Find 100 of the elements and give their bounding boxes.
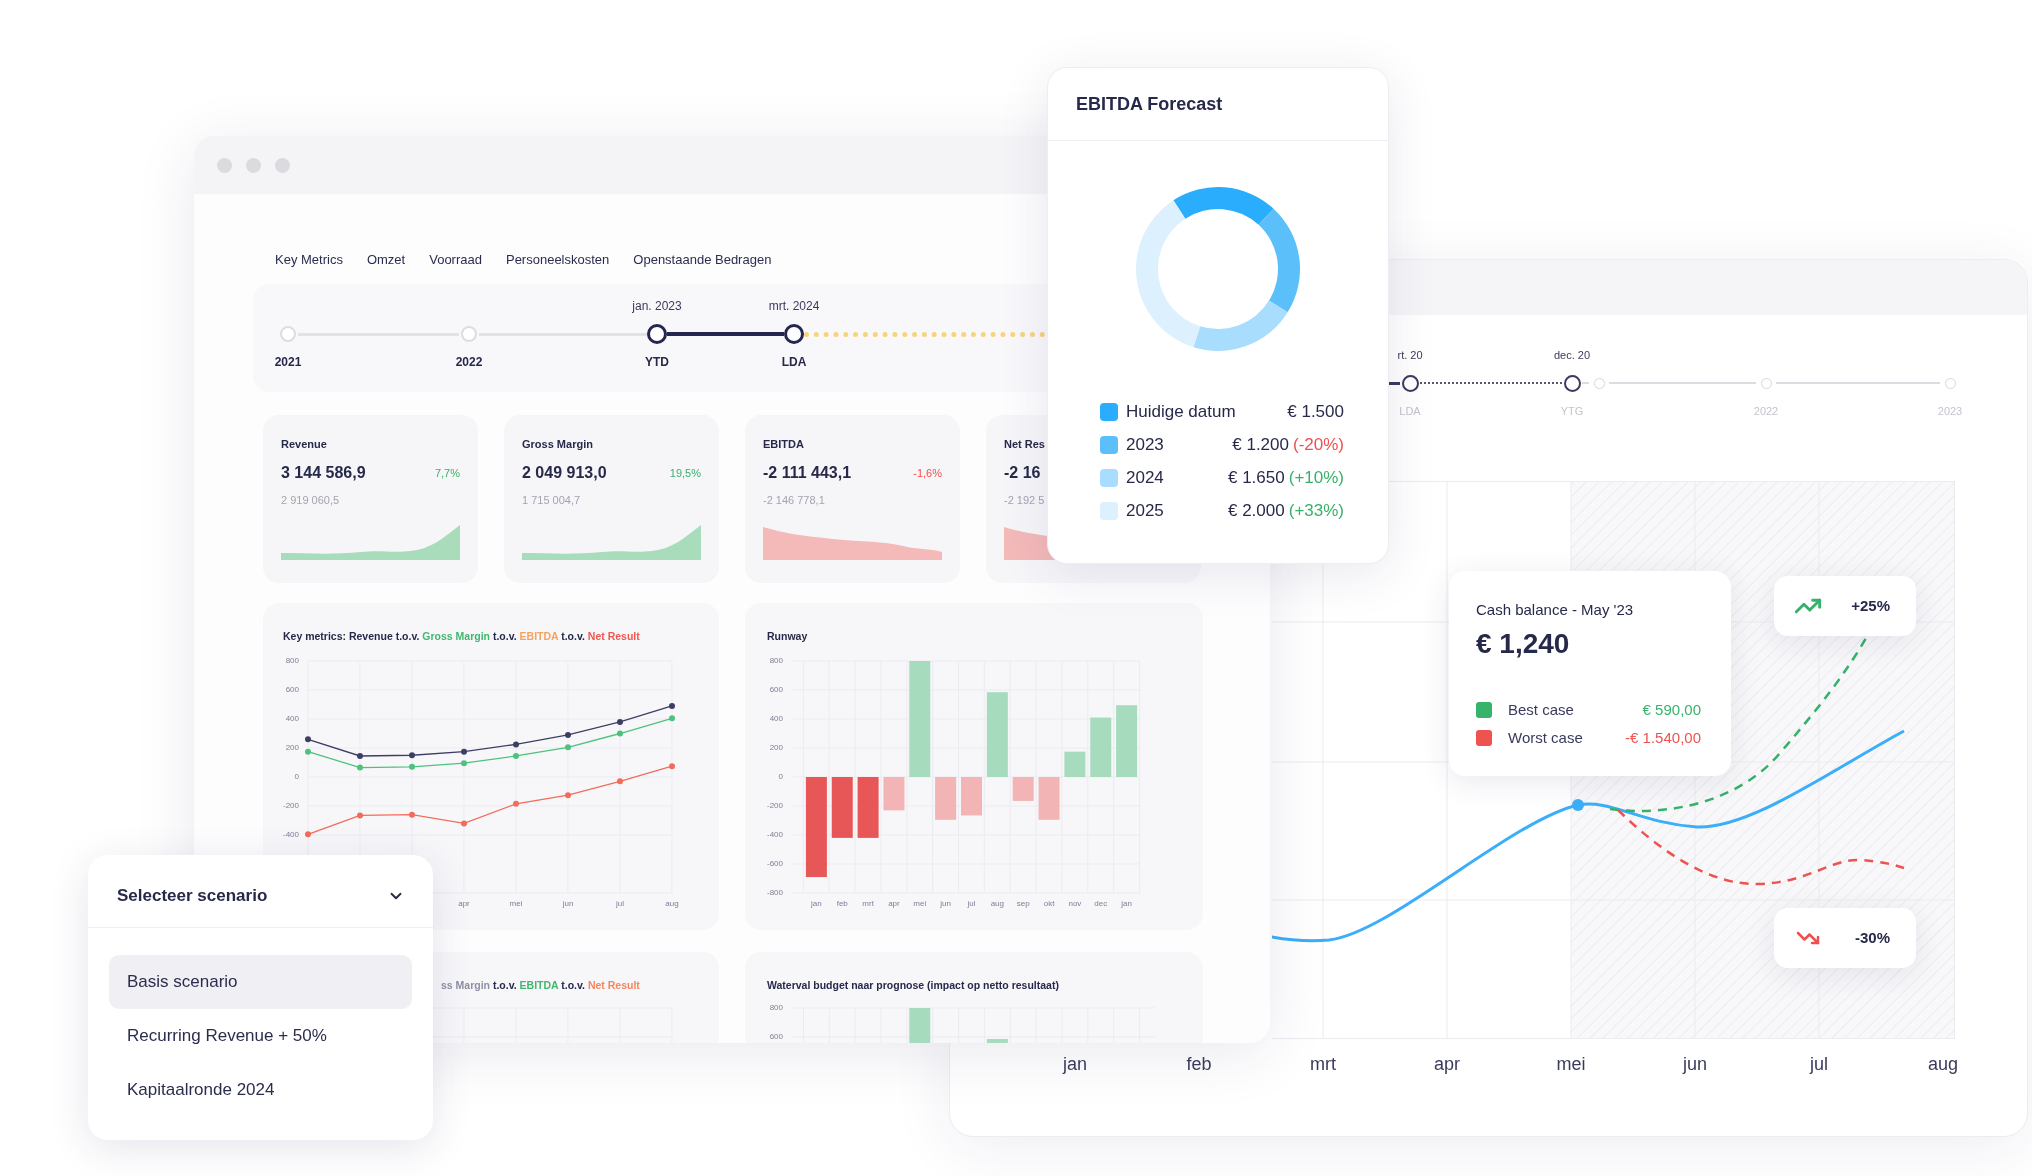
axis-tick-label: -400 xyxy=(283,830,299,840)
timeline-node[interactable] xyxy=(784,324,804,344)
axis-label: mei xyxy=(509,899,523,909)
data-point xyxy=(409,763,415,770)
axis-label: mrt xyxy=(1310,1053,1336,1075)
axis-label: jan xyxy=(811,899,822,909)
dropdown-option[interactable]: Basis scenario xyxy=(109,955,412,1009)
bar xyxy=(1064,751,1086,777)
chart-title: Waterval budget naar prognose (impact op netto resultaat) xyxy=(767,978,1059,992)
bar xyxy=(1012,777,1034,801)
bar xyxy=(831,777,853,838)
metric-value: 3 144 586,9 xyxy=(281,463,366,483)
legend-label: 2025 xyxy=(1126,499,1164,522)
data-point xyxy=(513,800,519,807)
axis-label: apr xyxy=(888,899,900,909)
axis-label: feb xyxy=(836,899,848,909)
metric-value: 2 049 913,0 xyxy=(522,463,607,483)
tab[interactable]: Openstaande Bedragen xyxy=(633,252,772,268)
axis-tick-label: 800 xyxy=(285,656,299,666)
metric-title: Revenue xyxy=(281,437,327,451)
bar xyxy=(1116,705,1138,777)
chart-title: ss Margin t.o.v. EBITDA t.o.v. Net Result xyxy=(441,978,640,992)
axis-tick-label: 800 xyxy=(769,656,783,666)
timeline-node[interactable] xyxy=(1563,374,1581,392)
data-point xyxy=(565,731,571,738)
data-point xyxy=(357,764,363,771)
metric-title: EBITDA xyxy=(763,437,804,451)
timeline-label: LDA xyxy=(781,354,807,370)
bar xyxy=(1090,717,1112,777)
metric-previous: 1 715 004,7 xyxy=(522,493,581,507)
metric-value: -2 111 443,1 xyxy=(763,463,852,483)
badge-value: -30% xyxy=(1854,929,1890,947)
timeline-node[interactable] xyxy=(1401,374,1419,392)
timeline-label: 2022 xyxy=(455,354,483,370)
axis-label: sep xyxy=(1016,899,1030,909)
tab[interactable]: Key Metrics xyxy=(275,252,343,268)
tooltip-value: € 1,240 xyxy=(1476,627,1570,661)
badge-value: +25% xyxy=(1851,597,1890,615)
data-point xyxy=(461,760,467,767)
metric-title: Net Res xyxy=(1004,437,1045,451)
data-point xyxy=(409,811,415,818)
window-control-icon[interactable] xyxy=(275,157,290,173)
timeline-label: 2022 xyxy=(1753,404,1779,419)
axis-label: jun xyxy=(1683,1053,1707,1075)
tab[interactable]: Personeelskosten xyxy=(505,252,610,268)
axis-tick-label: 800 xyxy=(769,1003,783,1013)
data-point xyxy=(565,744,571,751)
window-control-icon[interactable] xyxy=(217,157,232,173)
timeline-label: 2021 xyxy=(274,354,302,370)
axis-label: apr xyxy=(1434,1053,1460,1075)
window-control-icon[interactable] xyxy=(246,157,261,173)
data-point xyxy=(409,752,415,759)
timeline-node[interactable] xyxy=(647,324,667,344)
axis-label: mei xyxy=(913,899,927,909)
metric-title: Gross Margin xyxy=(522,437,593,451)
bar xyxy=(935,777,957,820)
legend-label: 2024 xyxy=(1126,466,1164,489)
tab[interactable]: Omzet xyxy=(366,252,406,268)
axis-label: jan xyxy=(1063,1053,1087,1075)
card-title: EBITDA Forecast xyxy=(1076,93,1223,115)
legend-value: € 590,00 xyxy=(1642,701,1701,719)
axis-tick-label: -600 xyxy=(767,859,783,869)
axis-tick-label: -200 xyxy=(767,801,783,811)
axis-tick-label: -200 xyxy=(283,801,299,811)
tab[interactable]: Voorraad xyxy=(429,252,482,268)
timeline-label: 2023 xyxy=(1937,404,1963,419)
axis-tick-label: 200 xyxy=(769,743,783,753)
axis-label: jul xyxy=(1810,1053,1828,1075)
axis-label: jun xyxy=(562,899,574,909)
axis-tick-label: -800 xyxy=(767,888,783,898)
data-point xyxy=(305,736,311,743)
bar xyxy=(1038,777,1060,820)
metric-change: 19,5% xyxy=(669,466,701,480)
axis-label: dec xyxy=(1094,899,1108,909)
data-point xyxy=(461,748,467,755)
axis-label: aug xyxy=(990,899,1005,909)
data-point xyxy=(513,741,519,748)
timeline-label: YTG xyxy=(1560,404,1584,419)
axis-label: nov xyxy=(1068,899,1082,909)
timeline-label: YTD xyxy=(645,354,669,370)
legend-value: € 2.000 xyxy=(1228,499,1285,522)
data-point xyxy=(669,702,675,709)
legend-change: (-20%) xyxy=(1293,433,1344,456)
data-point xyxy=(357,753,363,759)
timeline-date: dec. 20 xyxy=(1553,348,1591,363)
legend-label: 2023 xyxy=(1126,433,1164,456)
scenario-select[interactable]: Selecteer scenario xyxy=(88,855,433,928)
data-point xyxy=(357,812,363,819)
metric-previous: 2 919 060,5 xyxy=(281,493,340,507)
data-point xyxy=(513,753,519,759)
data-point xyxy=(669,715,675,722)
legend-label: Worst case xyxy=(1508,729,1583,747)
dropdown-option[interactable]: Kapitaalronde 2024 xyxy=(109,1063,412,1117)
timeline-label: LDA xyxy=(1399,404,1421,419)
legend-value: -€ 1.540,00 xyxy=(1625,729,1701,747)
dropdown-option[interactable]: Recurring Revenue + 50% xyxy=(109,1009,412,1063)
axis-tick-label: 400 xyxy=(769,714,783,724)
legend-label: Best case xyxy=(1508,701,1574,719)
legend-value: € 1.500 xyxy=(1287,400,1344,423)
axis-label: mrt xyxy=(862,899,874,909)
